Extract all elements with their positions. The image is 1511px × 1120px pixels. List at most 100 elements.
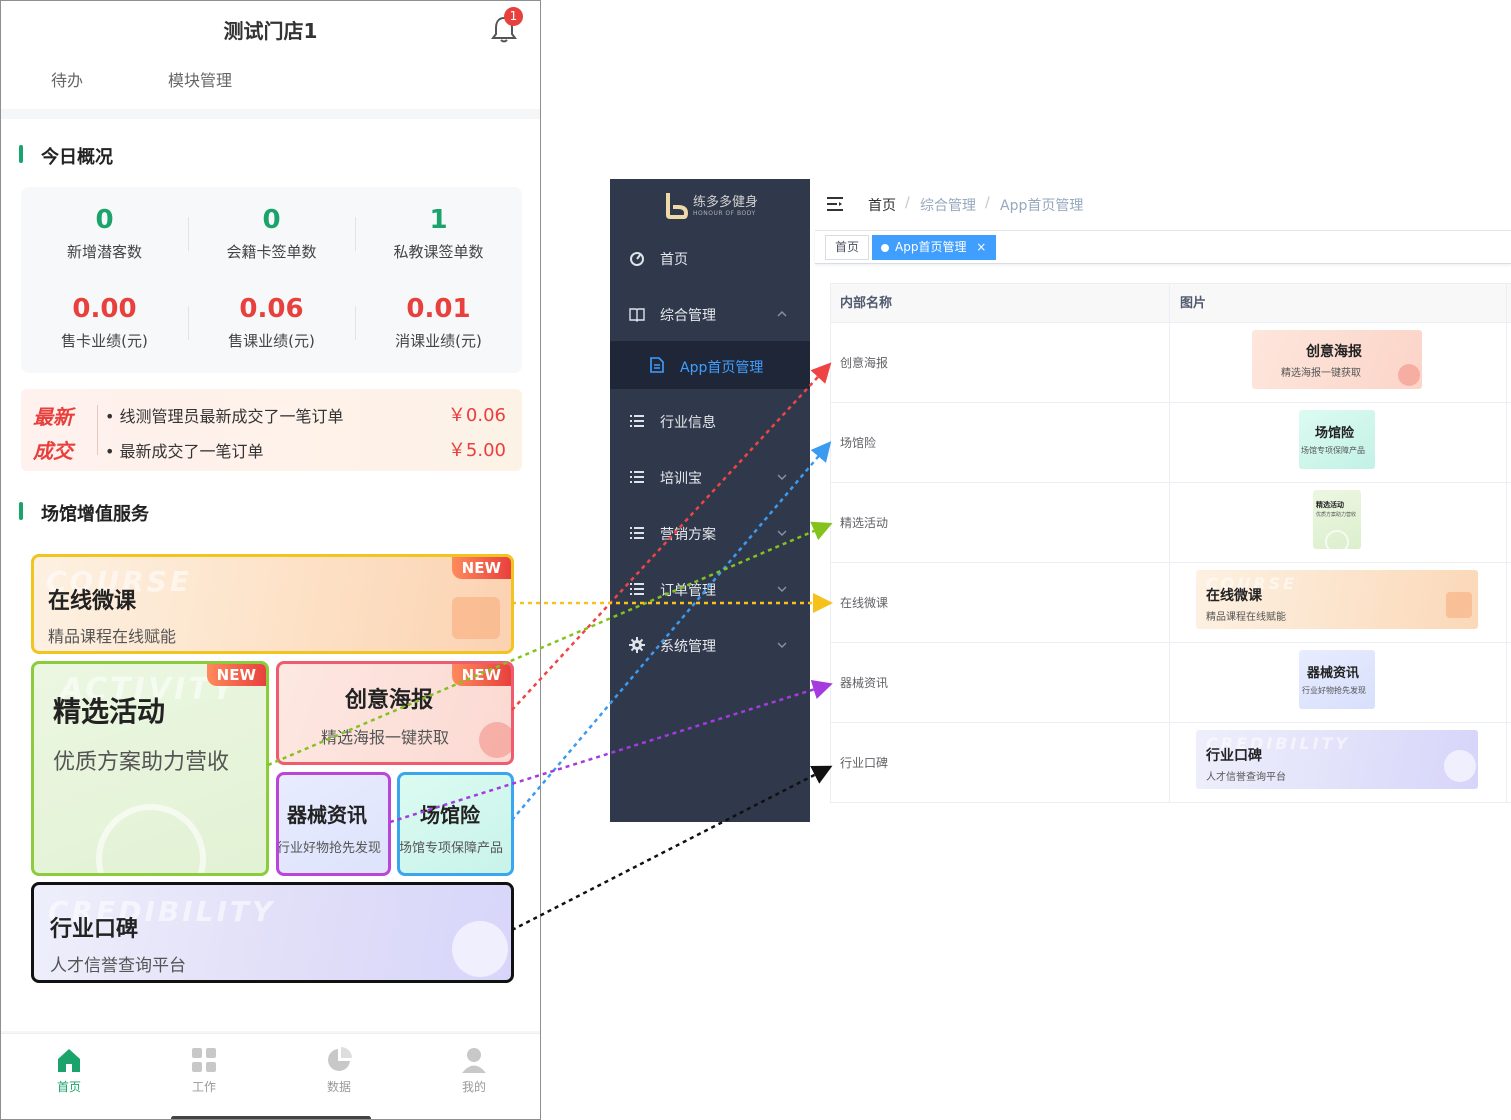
chevron-down-icon: [777, 474, 787, 480]
thumb-title: 器械资讯: [1307, 666, 1360, 681]
thumb-title: 精选活动: [1316, 501, 1344, 509]
service-card-industry-reputation[interactable]: CREDIBILITY 行业口碑 人才信誉查询平台: [31, 882, 514, 983]
stat-membership-orders[interactable]: 0 会籍卡签单数: [188, 205, 355, 262]
service-card-creative-poster[interactable]: 创意海报 精选海报一键获取 NEW: [276, 661, 514, 765]
annotated-screenshot: 测试门店1 1 待办 模块管理 今日概况 0 新增潜客数 0 会籍卡签单数 1 …: [0, 0, 1511, 1120]
tabbar-mine[interactable]: 我的: [439, 1046, 509, 1095]
latest-deals-ticker[interactable]: 最新 成交 • 线测管理员最新成交了一笔订单 ￥0.06 • 最新成交了一笔订单…: [21, 389, 522, 471]
column-header-image[interactable]: 图片: [1170, 283, 1511, 323]
new-badge: NEW: [451, 664, 511, 686]
bottom-tab-bar: 首页 工作 数据 我的: [1, 1033, 540, 1119]
stat-card-sales[interactable]: 0.00 售卡业绩(元): [21, 294, 188, 351]
thumb-subtitle: 精选海报一键获取: [1281, 368, 1361, 379]
menu-toggle-icon[interactable]: [827, 197, 843, 211]
list-icon: [630, 583, 644, 595]
breadcrumb-home[interactable]: 首页: [868, 195, 896, 215]
sidebar-item-label: 营销方案: [660, 527, 716, 543]
tabbar-data[interactable]: 数据: [304, 1046, 374, 1095]
thumbnail-image[interactable]: 创意海报 精选海报一键获取: [1252, 330, 1422, 389]
thumbnail-image[interactable]: 场馆险 场馆专项保障产品: [1299, 410, 1375, 469]
column-header-internal-name[interactable]: 内部名称: [830, 283, 1170, 323]
tab-todo[interactable]: 待办: [51, 67, 83, 91]
card-title: 场馆险: [420, 803, 480, 827]
tab-label: 首页: [56, 1080, 81, 1094]
stat-value: 0.00: [72, 294, 137, 324]
new-badge: NEW: [206, 664, 266, 686]
list-icon: [630, 527, 644, 539]
sidebar-subitem-app-home-management[interactable]: App首页管理: [610, 341, 810, 389]
sidebar-item-home[interactable]: 首页: [610, 230, 810, 286]
service-card-equipment-news[interactable]: 器械资讯 行业好物抢先发现: [276, 772, 391, 876]
tag-home[interactable]: 首页: [825, 235, 870, 260]
stat-label: 私教课签单数: [393, 243, 484, 261]
sidebar-item-label: 综合管理: [660, 308, 716, 324]
sidebar-item-industry-info[interactable]: 行业信息: [610, 393, 810, 449]
stat-new-leads[interactable]: 0 新增潜客数: [21, 205, 188, 262]
thumb-subtitle: 精品课程在线赋能: [1206, 612, 1286, 623]
tag-app-home-management[interactable]: App首页管理 ×: [872, 235, 997, 260]
sidebar-item-marketing[interactable]: 营销方案: [610, 505, 810, 561]
service-card-online-course[interactable]: COURSE 在线微课 精品课程在线赋能 NEW: [31, 554, 514, 654]
gear-icon: [629, 637, 645, 653]
thumb-title: 行业口碑: [1206, 748, 1262, 764]
sidebar-item-training[interactable]: 培训宝: [610, 449, 810, 505]
poster-illustration-icon: [1398, 364, 1420, 386]
section-accent-bar: [19, 502, 23, 520]
table-row[interactable]: 器械资讯 器械资讯 行业好物抢先发现: [830, 643, 1511, 723]
breadcrumb-general-management[interactable]: 综合管理: [920, 195, 976, 215]
card-subtitle: 人才信誉查询平台: [50, 956, 186, 976]
table-row[interactable]: 场馆险 场馆险 场馆专项保障产品: [830, 403, 1511, 483]
overview-stats-card: 0 新增潜客数 0 会籍卡签单数 1 私教课签单数 0.00 售卡业绩(元) 0…: [21, 187, 522, 373]
thumbnail-image[interactable]: 器械资讯 行业好物抢先发现: [1299, 650, 1375, 709]
latest-deals-tag: 成交: [33, 439, 73, 463]
cell-name: 在线微课: [840, 596, 889, 610]
tag-label: App首页管理: [895, 240, 967, 254]
stat-private-lesson-orders[interactable]: 1 私教课签单数: [355, 205, 522, 262]
thumbnail-image[interactable]: 精选活动 优质方案助力营收: [1313, 490, 1361, 549]
service-card-venue-insurance[interactable]: 场馆险 场馆专项保障产品: [397, 772, 514, 876]
brand-tagline: HONOUR OF BODY: [693, 210, 756, 217]
admin-sidebar: 练多多健身 HONOUR OF BODY 首页 综合管理 App首页管理 行业信…: [610, 179, 810, 822]
notification-badge: 1: [504, 7, 523, 26]
grid-icon: [192, 1048, 216, 1072]
table-row[interactable]: 创意海报 创意海报 精选海报一键获取: [830, 323, 1511, 403]
tab-module-management[interactable]: 模块管理: [168, 67, 232, 91]
cell-name: 器械资讯: [840, 676, 889, 690]
sidebar-item-orders[interactable]: 订单管理: [610, 561, 810, 617]
thumbnail-image[interactable]: CREDIBILITY 行业口碑 人才信誉查询平台: [1196, 730, 1478, 789]
list-icon: [630, 471, 644, 483]
table-row[interactable]: 在线微课 COURSE 在线微课 精品课程在线赋能: [830, 563, 1511, 643]
sidebar-item-label: 订单管理: [660, 583, 716, 599]
thumb-subtitle: 场馆专项保障产品: [1301, 446, 1365, 455]
dashboard-icon: [630, 252, 644, 266]
thumb-subtitle: 人才信誉查询平台: [1206, 772, 1286, 783]
sidebar-item-system[interactable]: 系统管理: [610, 617, 810, 673]
sidebar-item-label: 系统管理: [660, 639, 716, 655]
stat-value: 0.06: [239, 294, 304, 324]
sidebar-item-general-management[interactable]: 综合管理: [610, 286, 810, 342]
table-row[interactable]: 精选活动 精选活动 优质方案助力营收: [830, 483, 1511, 563]
brand-logo-icon: [666, 193, 688, 219]
store-title[interactable]: 测试门店1: [1, 15, 540, 44]
document-icon: [650, 357, 664, 373]
stat-label: 售卡业绩(元): [61, 332, 148, 350]
stat-course-sales[interactable]: 0.06 售课业绩(元): [188, 294, 355, 351]
service-card-featured-activity[interactable]: ACTIVITY 精选活动 优质方案助力营收 NEW: [31, 661, 269, 876]
active-dot-icon: [881, 244, 889, 252]
tabbar-home[interactable]: 首页: [34, 1046, 104, 1095]
chevron-down-icon: [777, 586, 787, 592]
deal-text: • 最新成交了一笔订单: [105, 442, 264, 461]
thumb-subtitle: 行业好物抢先发现: [1302, 686, 1366, 695]
stat-label: 会籍卡签单数: [226, 243, 317, 261]
cell-name: 创意海报: [840, 356, 889, 370]
stat-lesson-consumption[interactable]: 0.01 消课业绩(元): [355, 294, 522, 351]
card-subtitle: 优质方案助力营收: [53, 750, 230, 775]
stat-label: 售课业绩(元): [228, 332, 315, 350]
tab-label: 我的: [461, 1080, 486, 1094]
close-icon[interactable]: ×: [976, 240, 986, 254]
tabbar-work[interactable]: 工作: [169, 1046, 239, 1095]
sidebar-subitem-label: App首页管理: [680, 360, 764, 376]
thumbnail-image[interactable]: COURSE 在线微课 精品课程在线赋能: [1196, 570, 1478, 629]
sidebar-item-label: 行业信息: [660, 415, 716, 431]
table-row[interactable]: 行业口碑 CREDIBILITY 行业口碑 人才信誉查询平台: [830, 723, 1511, 803]
